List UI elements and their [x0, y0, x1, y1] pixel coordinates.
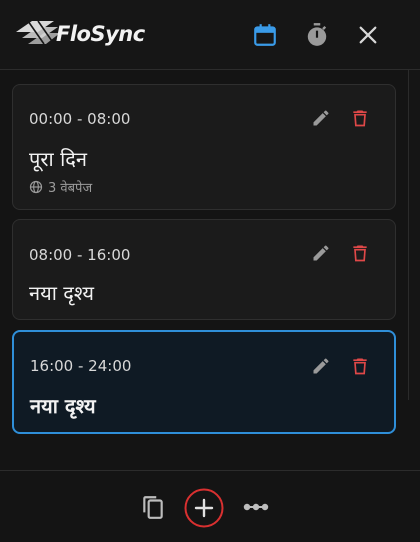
app-title: FloSync — [56, 22, 145, 46]
add-icon — [184, 488, 224, 528]
delete-button[interactable] — [349, 355, 371, 377]
time-range: 00:00 - 08:00 — [29, 110, 131, 128]
close-icon — [359, 26, 377, 44]
app-header: FloSync — [0, 0, 420, 70]
add-button[interactable] — [184, 488, 224, 528]
time-range: 16:00 - 24:00 — [30, 357, 132, 375]
delete-button[interactable] — [349, 242, 371, 264]
slot-title: पूरा दिन — [29, 147, 87, 171]
delete-button[interactable] — [349, 107, 371, 129]
trash-icon — [353, 245, 367, 262]
calendar-button[interactable] — [250, 20, 280, 50]
timer-icon — [307, 23, 327, 46]
slot-title: नया दृश्य — [30, 394, 96, 418]
time-range: 08:00 - 16:00 — [29, 246, 131, 264]
webpage-count-label: 3 वेबपेज — [48, 181, 93, 196]
scroll-track[interactable] — [408, 70, 420, 400]
more-icon — [243, 503, 269, 511]
globe-icon — [29, 180, 43, 194]
flosync-logo-icon — [16, 20, 60, 45]
close-button[interactable] — [353, 20, 383, 50]
time-slot-card-active[interactable]: 16:00 - 24:00 नया दृश्य — [12, 330, 396, 434]
edit-button[interactable] — [310, 242, 332, 264]
time-slot-card[interactable]: 08:00 - 16:00 नया दृश्य — [12, 219, 396, 320]
webpage-count: 3 वेबपेज — [29, 178, 92, 196]
footer-toolbar — [0, 470, 420, 542]
trash-icon — [353, 358, 367, 375]
slot-title: नया दृश्य — [29, 281, 94, 305]
edit-button[interactable] — [310, 107, 332, 129]
pencil-icon — [313, 110, 329, 126]
pencil-icon — [313, 245, 329, 261]
copy-button[interactable] — [136, 490, 170, 524]
pencil-icon — [313, 358, 329, 374]
trash-icon — [353, 110, 367, 127]
timer-button[interactable] — [302, 20, 332, 50]
edit-button[interactable] — [310, 355, 332, 377]
time-slot-card[interactable]: 00:00 - 08:00 पूरा दिन 3 वेबपेज — [12, 84, 396, 210]
more-button[interactable] — [239, 490, 273, 524]
copy-icon — [143, 496, 163, 519]
calendar-icon — [254, 24, 276, 46]
